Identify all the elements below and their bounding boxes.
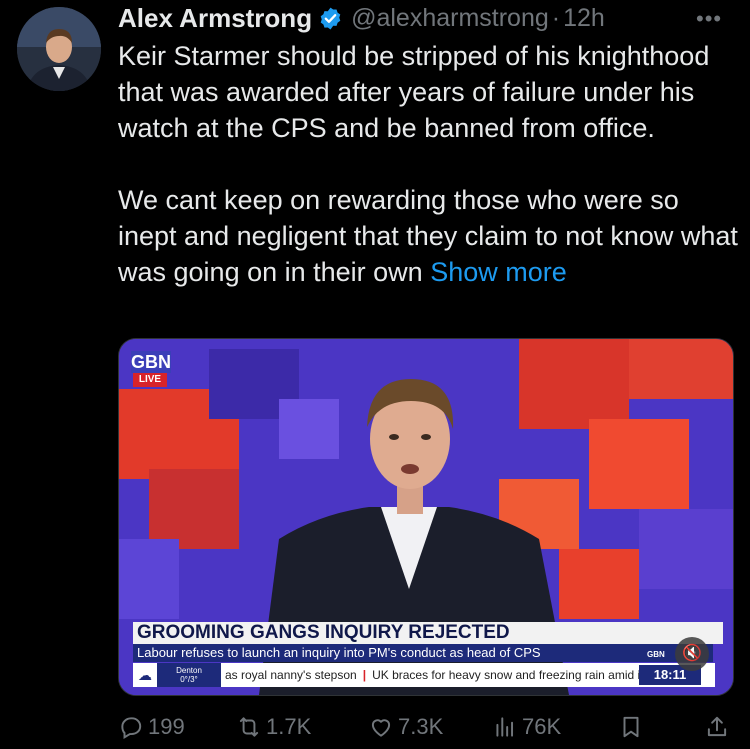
- author-handle[interactable]: @alexharmstrong: [351, 4, 549, 33]
- reply-count: 199: [148, 714, 185, 739]
- views-count: 76K: [522, 714, 562, 739]
- views-button[interactable]: 76K: [492, 710, 561, 744]
- gbn-logo: GBN: [131, 351, 171, 373]
- repost-count: 1.7K: [266, 714, 312, 739]
- tweet-header: Alex Armstrong @alexharmstrong · 12h: [118, 2, 605, 34]
- ticker-right: UK braces for heavy snow and freezing ra…: [372, 668, 641, 682]
- news-headline: GROOMING GANGS INQUIRY REJECTED: [133, 622, 723, 644]
- repost-icon: [239, 717, 259, 737]
- avatar[interactable]: [17, 7, 101, 91]
- reply-icon: [121, 717, 142, 740]
- verified-badge-icon[interactable]: [318, 6, 343, 31]
- ticker-separator: |: [362, 668, 367, 682]
- timestamp[interactable]: 12h: [563, 4, 605, 33]
- tweet-actions: 199 1.7K 7.3K 76K: [118, 710, 738, 744]
- views-chart-icon: [496, 717, 514, 737]
- ticker-left: as royal nanny's stepson: [225, 668, 357, 682]
- tweet-paragraph-2-text: We cant keep on rewarding those who were…: [118, 185, 738, 287]
- tweet-text: Keir Starmer should be stripped of his k…: [118, 38, 738, 290]
- more-options-icon[interactable]: •••: [696, 6, 722, 32]
- show-more-link[interactable]: Show more: [430, 257, 567, 287]
- tweet-paragraph-2: We cant keep on rewarding those who were…: [118, 182, 738, 290]
- mute-icon[interactable]: 🔇: [675, 637, 709, 671]
- live-badge: LIVE: [133, 373, 167, 387]
- share-icon: [707, 716, 727, 737]
- weather-box: Denton 0°/3°: [157, 663, 221, 687]
- channel-logo: GBN LIVE: [131, 351, 171, 387]
- tweet-video[interactable]: GBN LIVE GROOMING GANGS INQUIRY REJECTED…: [118, 338, 734, 696]
- tweet-paragraph-1: Keir Starmer should be stripped of his k…: [118, 41, 710, 143]
- like-button[interactable]: 7.3K: [368, 710, 443, 744]
- share-button[interactable]: [704, 710, 730, 744]
- news-subheadline: Labour refuses to launch an inquiry into…: [133, 644, 713, 662]
- repost-button[interactable]: 1.7K: [236, 710, 311, 744]
- bookmark-button[interactable]: [618, 710, 644, 744]
- separator-dot: ·: [551, 3, 561, 32]
- corner-badge: GBN: [647, 650, 665, 659]
- author-name[interactable]: Alex Armstrong: [118, 3, 312, 34]
- weather-cloud-icon: ☁: [138, 666, 152, 683]
- heart-icon: [371, 719, 391, 737]
- reply-button[interactable]: 199: [118, 710, 185, 744]
- avatar-image: [17, 7, 101, 91]
- weather-place: Denton: [176, 666, 202, 675]
- like-count: 7.3K: [398, 714, 444, 739]
- weather-temp: 0°/3°: [180, 675, 198, 684]
- bookmark-icon: [623, 716, 639, 738]
- news-ticker: ☁ Denton 0°/3° as royal nanny's stepson |…: [133, 663, 715, 687]
